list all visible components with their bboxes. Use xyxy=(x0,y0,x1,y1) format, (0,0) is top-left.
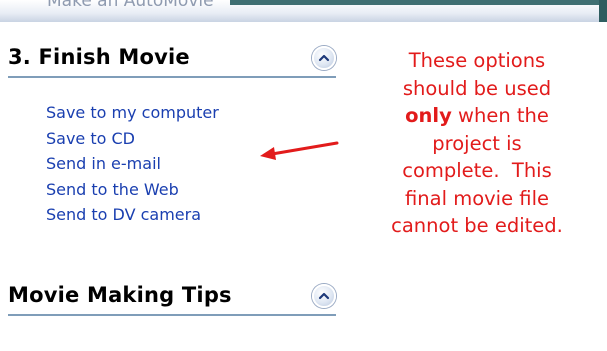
note-emphasis: only xyxy=(405,104,452,127)
finish-movie-header[interactable]: 3. Finish Movie xyxy=(8,42,336,78)
save-to-my-computer-link[interactable]: Save to my computer xyxy=(46,100,219,126)
task-pane-screenshot: Make an AutoMovie 3. Finish Movie Save t… xyxy=(0,0,607,351)
finish-movie-title: 3. Finish Movie xyxy=(8,45,190,69)
make-automovie-link[interactable]: Make an AutoMovie xyxy=(47,0,214,11)
note-line-5: complete. This xyxy=(402,159,552,182)
note-line-3: only when the xyxy=(355,102,599,130)
right-border xyxy=(599,0,607,22)
send-to-web-link[interactable]: Send to the Web xyxy=(46,177,219,203)
send-to-dv-camera-link[interactable]: Send to DV camera xyxy=(46,202,219,228)
note-line-2: should be used xyxy=(402,76,552,100)
top-bar: Make an AutoMovie xyxy=(0,0,607,22)
annotation-note: These options should be used only when t… xyxy=(355,47,599,240)
send-in-email-link[interactable]: Send in e-mail xyxy=(46,151,219,177)
top-border xyxy=(230,0,607,5)
finish-movie-collapse-button[interactable] xyxy=(312,46,336,70)
save-to-cd-link[interactable]: Save to CD xyxy=(46,126,219,152)
movie-making-tips-collapse-button[interactable] xyxy=(312,284,336,308)
note-line-6: final movie file xyxy=(405,186,549,210)
chevron-up-icon xyxy=(318,54,330,62)
finish-movie-task-list: Save to my computer Save to CD Send in e… xyxy=(46,100,219,228)
note-line-7: cannot be edited. xyxy=(391,214,563,237)
movie-making-tips-header[interactable]: Movie Making Tips xyxy=(8,280,336,316)
note-line-1: These options xyxy=(408,49,546,72)
note-line-4: project is xyxy=(432,131,522,155)
note-line-3-rest: when the xyxy=(451,104,549,127)
chevron-up-icon xyxy=(318,292,330,300)
movie-making-tips-title: Movie Making Tips xyxy=(8,283,232,307)
arrow-left-icon xyxy=(260,141,339,160)
